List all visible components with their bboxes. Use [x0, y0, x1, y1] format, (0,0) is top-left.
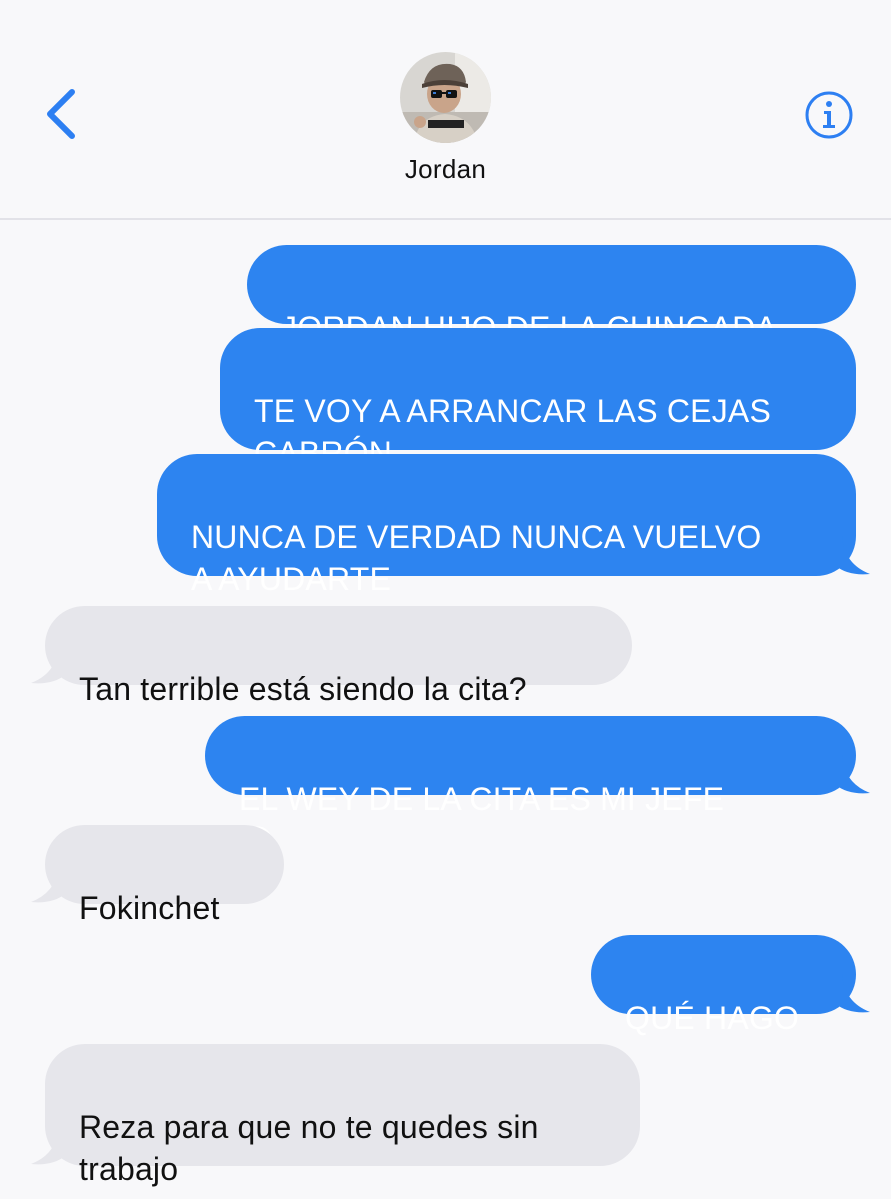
- message-text: Tan terrible está siendo la cita?: [79, 671, 527, 707]
- sent-message-bubble[interactable]: TE VOY A ARRANCAR LAS CEJAS CABRÓN: [220, 328, 856, 471]
- sent-bubble-tail: [836, 536, 870, 575]
- chevron-left-icon: [47, 89, 75, 139]
- info-icon: [805, 91, 853, 139]
- conversation-header: Jordan: [0, 0, 891, 220]
- message-text: EL WEY DE LA CITA ES MI JEFE: [239, 781, 725, 817]
- back-button[interactable]: [36, 86, 86, 142]
- message-text: Reza para que no te quedes sin trabajo: [79, 1109, 539, 1187]
- received-bubble-tail: [31, 864, 65, 903]
- message-text: QUÉ HAGO: [625, 1000, 800, 1036]
- sent-bubble-tail: [836, 755, 870, 794]
- message-thread[interactable]: JORDAN HIJO DE LA CHINGADA TE VOY A ARRA…: [0, 220, 891, 1199]
- message-text: Fokinchet: [79, 890, 220, 926]
- avatar[interactable]: [400, 52, 491, 143]
- message-text: NUNCA DE VERDAD NUNCA VUELVO A AYUDARTE: [191, 519, 762, 597]
- received-message-bubble[interactable]: Reza para que no te quedes sin trabajo: [45, 1044, 640, 1187]
- avatar-photo: [400, 52, 491, 143]
- sent-bubble-tail: [836, 974, 870, 1013]
- received-message-bubble[interactable]: Fokinchet: [45, 825, 284, 926]
- sent-message-bubble[interactable]: JORDAN HIJO DE LA CHINGADA: [247, 245, 856, 346]
- received-bubble-tail: [31, 1126, 65, 1165]
- sent-message-bubble[interactable]: NUNCA DE VERDAD NUNCA VUELVO A AYUDARTE: [157, 454, 856, 597]
- received-message-bubble[interactable]: Tan terrible está siendo la cita?: [45, 606, 632, 707]
- sent-message-bubble[interactable]: QUÉ HAGO: [591, 935, 856, 1036]
- sent-message-bubble[interactable]: EL WEY DE LA CITA ES MI JEFE 😭: [205, 716, 856, 860]
- received-bubble-tail: [31, 645, 65, 684]
- info-button[interactable]: [804, 90, 854, 140]
- contact-name[interactable]: Jordan: [0, 154, 891, 185]
